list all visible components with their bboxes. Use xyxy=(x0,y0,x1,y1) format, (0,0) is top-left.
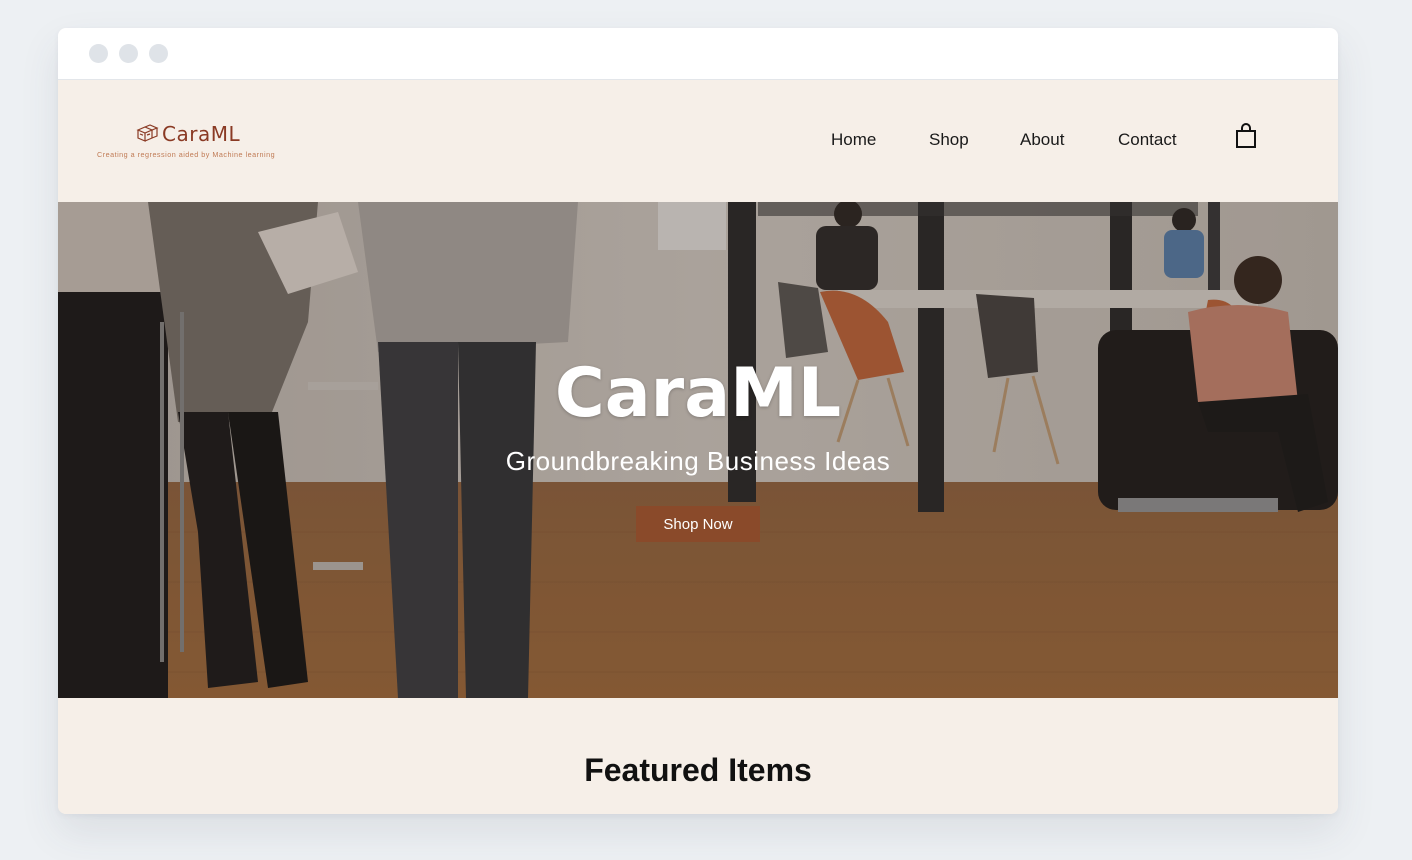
featured-section: Featured Items xyxy=(58,698,1338,814)
browser-window: CaraML Creating a regression aided by Ma… xyxy=(58,28,1338,814)
featured-title: Featured Items xyxy=(584,752,812,788)
window-close-button[interactable] xyxy=(89,44,108,63)
shop-now-button[interactable]: Shop Now xyxy=(636,506,760,542)
hero-subtitle: Groundbreaking Business Ideas xyxy=(505,446,891,476)
window-titlebar xyxy=(58,28,1338,80)
hero-banner: CaraML Groundbreaking Business Ideas Sho… xyxy=(58,202,1338,698)
caramel-box-icon xyxy=(136,124,159,142)
nav-about-link[interactable]: About xyxy=(1020,130,1064,150)
nav-shop-link[interactable]: Shop xyxy=(929,130,969,150)
site-logo[interactable]: CaraML Creating a regression aided by Ma… xyxy=(96,123,316,163)
window-maximize-button[interactable] xyxy=(149,44,168,63)
logo-tagline: Creating a regression aided by Machine l… xyxy=(97,150,276,159)
logo-text: CaraML xyxy=(162,122,241,146)
window-minimize-button[interactable] xyxy=(119,44,138,63)
nav-contact-link[interactable]: Contact xyxy=(1118,130,1177,150)
nav-home-link[interactable]: Home xyxy=(831,130,876,150)
shopping-bag-icon[interactable] xyxy=(1235,123,1257,149)
hero-title: CaraML xyxy=(554,354,842,433)
site-header: CaraML Creating a regression aided by Ma… xyxy=(58,81,1338,202)
